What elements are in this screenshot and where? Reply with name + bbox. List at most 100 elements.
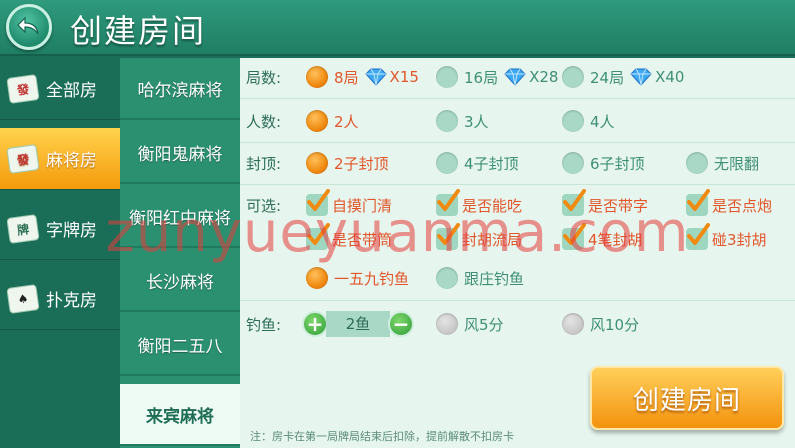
cost-text: X28	[529, 68, 559, 86]
game-item[interactable]: 哈尔滨麻将	[120, 58, 240, 120]
option-text: 风10分	[590, 315, 640, 334]
players-option-3[interactable]: 3人	[436, 110, 489, 132]
option-text: 4子封顶	[464, 154, 519, 173]
back-button[interactable]	[6, 4, 52, 50]
option-text: 封胡流局	[462, 230, 523, 249]
row-divider	[240, 184, 795, 185]
checkbox-checked	[686, 189, 710, 216]
rounds-label: 局数:	[246, 69, 282, 87]
fishing-mode-159[interactable]: 一五九钓鱼	[306, 267, 409, 289]
cap-option-4[interactable]: 4子封顶	[436, 152, 519, 174]
optional-checkbox[interactable]: 是否带筒	[306, 223, 393, 250]
radio-unselected	[436, 110, 458, 132]
minus-button[interactable]: −	[388, 311, 414, 337]
fish-label: 钓鱼:	[246, 316, 282, 334]
checkbox-checked	[686, 223, 710, 250]
radio-selected	[306, 152, 328, 174]
cap-label: 封顶:	[246, 155, 282, 173]
option-text: 2人	[334, 112, 359, 131]
players-option-4[interactable]: 4人	[562, 110, 615, 132]
option-text: 跟庄钓鱼	[464, 269, 525, 288]
radio-selected	[306, 110, 328, 132]
option-text: 是否带字	[588, 196, 649, 215]
diamond-icon	[504, 68, 526, 86]
category-label: 麻将房	[46, 151, 97, 171]
option-text: 是否能吃	[462, 196, 523, 215]
option-text: 6子封顶	[590, 154, 645, 173]
optional-checkbox[interactable]: 是否带字	[562, 189, 649, 216]
optional-checkbox[interactable]: 4笔封胡	[562, 223, 643, 250]
optional-checkbox[interactable]: 碰3封胡	[686, 223, 767, 250]
optional-label: 可选:	[246, 197, 282, 215]
fish-stepper-value: 2鱼	[326, 311, 390, 337]
optional-checkbox[interactable]: 自摸门清	[306, 189, 393, 216]
option-text: 3人	[464, 112, 489, 131]
create-room-button[interactable]: 创建房间	[590, 366, 784, 430]
category-word-card-rooms[interactable]: 牌 字牌房	[0, 198, 120, 260]
checkmark-icon	[563, 223, 586, 245]
checkbox-checked	[436, 189, 460, 216]
fish-option-wind5[interactable]: 风5分	[436, 313, 504, 335]
option-text: 24局	[590, 68, 625, 87]
rounds-option-8[interactable]: 8局 X15	[306, 66, 419, 88]
optional-checkbox[interactable]: 是否点炮	[686, 189, 773, 216]
fish-option-wind10[interactable]: 风10分	[562, 313, 639, 335]
option-text: 碰3封胡	[712, 230, 767, 249]
option-text: 无限翻	[714, 154, 760, 173]
radio-unselected	[562, 152, 584, 174]
game-item[interactable]: 衡阳鬼麻将	[120, 122, 240, 184]
option-text: 16局	[464, 68, 499, 87]
rounds-option-24[interactable]: 24局 X40	[562, 66, 684, 88]
checkbox-checked	[306, 189, 330, 216]
poker-card-icon: ♠	[6, 283, 40, 314]
option-text: 自摸门清	[332, 196, 393, 215]
cap-option-2[interactable]: 2子封顶	[306, 152, 389, 174]
checkmark-icon	[307, 223, 330, 245]
row-divider	[240, 98, 795, 99]
page-title: 创建房间	[70, 12, 207, 50]
game-list: 哈尔滨麻将 衡阳鬼麻将 衡阳红中麻将 长沙麻将 衡阳二五八 来宾麻将	[120, 58, 240, 448]
category-poker-rooms[interactable]: ♠ 扑克房	[0, 268, 120, 330]
options-panel: 局数: 8局 X15 16局 X28 24局 X40 人数: 2人 3人 4人 …	[240, 58, 795, 448]
radio-selected	[306, 66, 328, 88]
game-item[interactable]: 长沙麻将	[120, 250, 240, 312]
plus-button[interactable]: +	[302, 311, 328, 337]
radio-unselected	[436, 66, 458, 88]
cap-option-6[interactable]: 6子封顶	[562, 152, 645, 174]
diamond-icon	[364, 68, 387, 86]
checkbox-checked	[306, 223, 330, 250]
game-item-selected[interactable]: 来宾麻将	[120, 384, 240, 446]
cap-option-unlimited[interactable]: 无限翻	[686, 152, 759, 174]
radio-disabled	[562, 313, 584, 335]
category-sidebar: 發 全部房 發 麻将房 牌 字牌房 ♠ 扑克房	[0, 58, 120, 448]
mahjong-tile-icon: 發	[6, 73, 40, 104]
checkbox-checked	[562, 189, 586, 216]
room-card-note: 注：房卡在第一局牌局结束后扣除，提前解散不扣房卡	[250, 430, 514, 443]
radio-unselected	[436, 267, 458, 289]
optional-checkbox[interactable]: 是否能吃	[436, 189, 523, 216]
category-mahjong-rooms[interactable]: 發 麻将房	[0, 128, 120, 190]
players-label: 人数:	[246, 113, 282, 131]
category-label: 字牌房	[46, 221, 97, 241]
card-fan-icon: 牌	[6, 213, 40, 244]
category-all-rooms[interactable]: 發 全部房	[0, 58, 120, 120]
optional-checkbox[interactable]: 封胡流局	[436, 223, 523, 250]
checkbox-checked	[562, 223, 586, 250]
radio-selected	[306, 267, 328, 289]
radio-disabled	[436, 313, 458, 335]
fishing-mode-follow-dealer[interactable]: 跟庄钓鱼	[436, 267, 524, 289]
option-text: 是否点炮	[712, 196, 773, 215]
category-label: 扑克房	[46, 291, 97, 311]
radio-unselected	[436, 152, 458, 174]
game-item[interactable]: 衡阳红中麻将	[120, 186, 240, 248]
mahjong-tile-icon: 發	[6, 143, 40, 174]
radio-unselected	[686, 152, 708, 174]
radio-unselected	[562, 110, 584, 132]
players-option-2[interactable]: 2人	[306, 110, 359, 132]
row-divider	[240, 142, 795, 143]
checkmark-icon	[307, 189, 330, 211]
rounds-option-16[interactable]: 16局 X28	[436, 66, 558, 88]
game-item[interactable]: 衡阳二五八	[120, 314, 240, 376]
option-text: 是否带筒	[332, 230, 393, 249]
checkmark-icon	[563, 189, 586, 211]
